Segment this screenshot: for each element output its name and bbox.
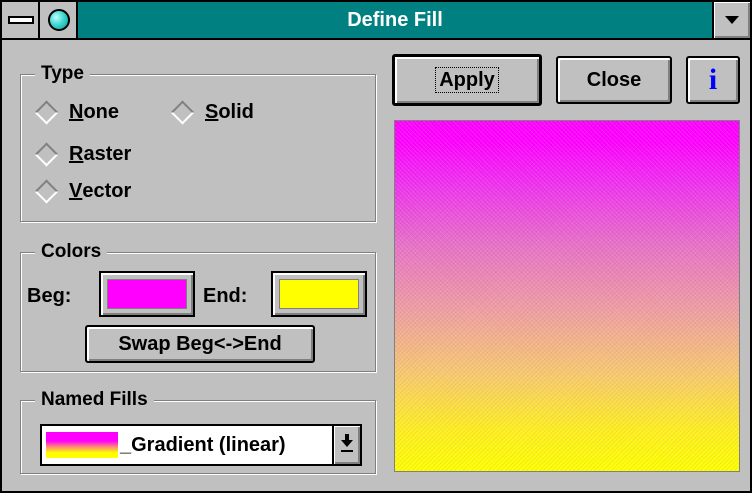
radio-vector-label: ector <box>82 179 132 202</box>
system-menu-icon[interactable] <box>2 2 40 38</box>
radio-raster[interactable]: Raster <box>33 141 131 167</box>
define-fill-dialog: Define Fill Type None Solid Raster Vecto… <box>0 0 752 493</box>
beg-label: Beg: <box>27 285 72 307</box>
type-group: Type None Solid Raster Vector <box>20 62 376 222</box>
close-label: Close <box>586 68 642 91</box>
title-bar: Define Fill <box>2 2 750 40</box>
radio-solid-mnemonic: S <box>205 100 219 123</box>
window-title: Define Fill <box>347 9 443 31</box>
beg-color-swatch[interactable] <box>99 271 195 317</box>
type-group-label: Type <box>35 62 90 86</box>
named-fills-label: Named Fills <box>35 388 154 412</box>
radio-none-label: one <box>83 100 120 123</box>
swap-colors-button[interactable]: Swap Beg<->End <box>85 325 315 363</box>
apply-label: Apply <box>435 67 499 93</box>
radio-solid[interactable]: Solid <box>169 99 254 125</box>
radio-diamond-icon <box>34 178 59 204</box>
radio-solid-label: olid <box>218 100 254 123</box>
colors-group: Colors Beg: End: Swap Beg<->End <box>20 240 376 372</box>
end-color-swatch[interactable] <box>271 271 367 317</box>
end-color-fill <box>279 279 359 309</box>
radio-raster-mnemonic: R <box>69 142 84 165</box>
radio-diamond-icon <box>34 99 59 125</box>
info-button[interactable]: i <box>686 56 740 104</box>
apply-button[interactable]: Apply <box>392 54 542 106</box>
radio-none-mnemonic: N <box>69 100 84 123</box>
end-label: End: <box>203 285 248 307</box>
close-button[interactable]: Close <box>556 56 672 104</box>
radio-vector-mnemonic: V <box>69 179 83 202</box>
radio-diamond-icon <box>34 141 59 167</box>
gradient-swatch-icon <box>46 432 118 458</box>
swap-colors-label: Swap Beg<->End <box>118 332 282 355</box>
radio-vector[interactable]: Vector <box>33 178 131 204</box>
fill-preview <box>394 120 740 472</box>
teal-ball-icon <box>40 2 78 38</box>
named-fills-selected: _Gradient (linear) <box>120 434 286 456</box>
named-fills-combobox[interactable]: _Gradient (linear) <box>40 424 362 466</box>
radio-raster-label: aster <box>83 142 132 165</box>
colors-group-label: Colors <box>35 240 108 264</box>
triangle-down-icon[interactable] <box>712 2 750 38</box>
down-arrow-icon[interactable] <box>332 426 360 464</box>
info-i-icon: i <box>708 63 718 96</box>
radio-none[interactable]: None <box>33 99 119 125</box>
radio-diamond-icon <box>170 99 195 125</box>
beg-color-fill <box>107 279 187 309</box>
